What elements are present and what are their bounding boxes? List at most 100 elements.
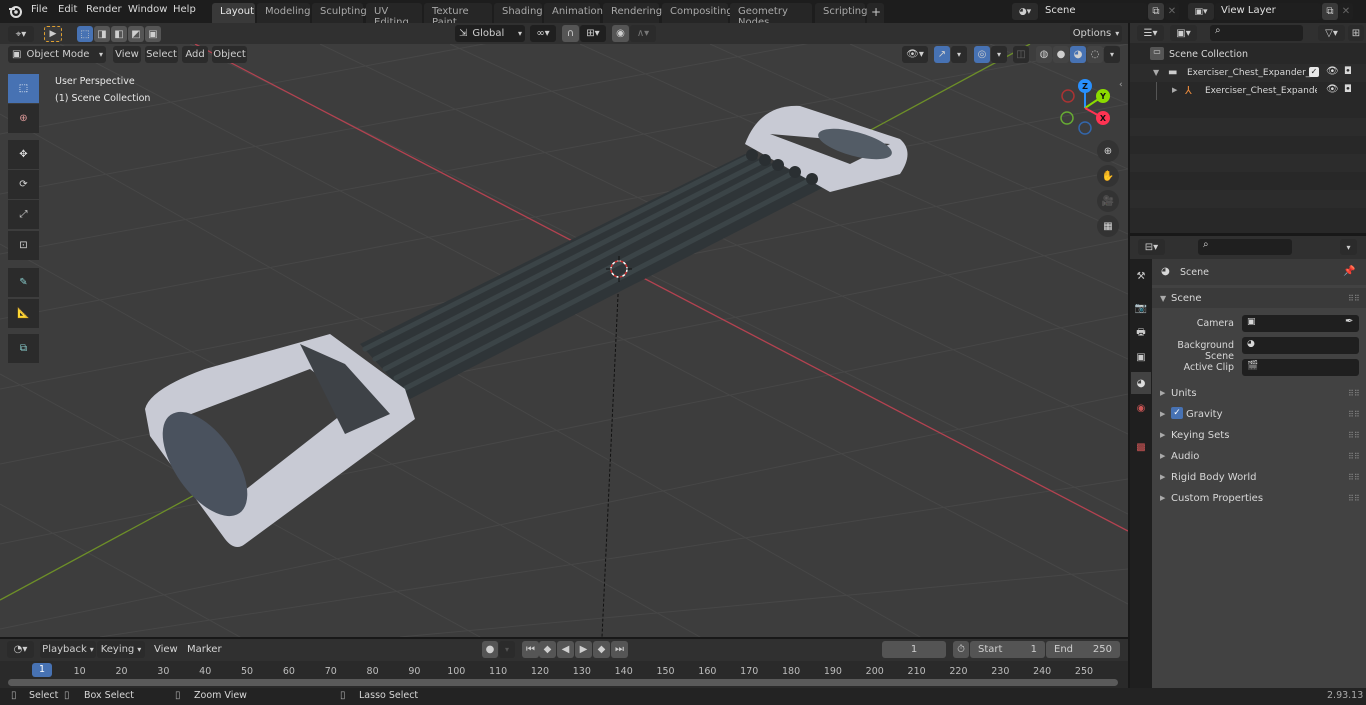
- 3d-viewport[interactable]: User Perspective (1) Scene Collection ⬚ …: [0, 44, 1128, 637]
- drag-handle-icon[interactable]: ⠿⠿: [1348, 473, 1360, 482]
- mode-extend-selection-button[interactable]: ◨: [94, 26, 110, 42]
- new-collection-button[interactable]: ⊞: [1348, 25, 1364, 41]
- properties-search-input[interactable]: ⌕: [1198, 239, 1292, 255]
- playback-dropdown[interactable]: Playback ▾: [40, 641, 96, 658]
- proportional-editing-toggle[interactable]: ◉: [612, 25, 629, 42]
- drag-handle-icon[interactable]: ⠿⠿: [1348, 494, 1360, 503]
- menu-window[interactable]: Window: [128, 4, 167, 15]
- gravity-checkbox[interactable]: ✓: [1171, 407, 1183, 419]
- menu-edit[interactable]: Edit: [58, 4, 77, 15]
- keying-dropdown[interactable]: Keying ▾: [97, 641, 145, 658]
- auto-keying-dropdown[interactable]: ▾: [499, 641, 515, 658]
- play-button[interactable]: ▶: [575, 641, 592, 658]
- next-keyframe-button[interactable]: ◆: [593, 641, 610, 658]
- transform-orientation-dropdown[interactable]: ⇲ Global ▾: [455, 25, 525, 42]
- tool-cursor[interactable]: ⊕: [8, 104, 39, 133]
- subpanel-gravity[interactable]: Gravity: [1186, 409, 1223, 420]
- camera-field[interactable]: ▣ ✒: [1242, 315, 1359, 332]
- properties-editor-type-button[interactable]: ⊟▾: [1138, 239, 1165, 255]
- outliner-search-input[interactable]: ⌕: [1210, 25, 1303, 41]
- display-mode-dropdown[interactable]: ▣▾: [1170, 25, 1197, 41]
- pan-view-button[interactable]: ✋: [1097, 165, 1119, 187]
- tab-rendering[interactable]: Rendering: [603, 3, 662, 23]
- camera-render-icon[interactable]: ◘: [1344, 84, 1352, 95]
- tool-measure[interactable]: 📐: [8, 299, 39, 328]
- disclosure-expanded-icon[interactable]: ▼: [1153, 68, 1159, 77]
- tab-animation[interactable]: Animation: [544, 3, 603, 23]
- auto-keying-toggle[interactable]: ●: [482, 641, 498, 658]
- tool-move[interactable]: ✥: [8, 140, 39, 169]
- drag-handle-icon[interactable]: ⠿⠿: [1348, 431, 1360, 440]
- pin-icon[interactable]: 📌: [1343, 266, 1355, 277]
- snap-toggle[interactable]: ∩: [562, 25, 579, 42]
- tool-select-box[interactable]: ⬚: [8, 74, 39, 103]
- tab-sculpting[interactable]: Sculpting: [312, 3, 367, 23]
- playhead-frame-indicator[interactable]: 1: [32, 663, 52, 677]
- remove-view-layer-icon[interactable]: ✕: [1339, 3, 1353, 20]
- disclosure-collapsed-icon[interactable]: ▶: [1160, 431, 1165, 439]
- object-mode-dropdown[interactable]: ▣ Object Mode ▾: [8, 46, 106, 63]
- outliner-row-scene-collection[interactable]: ▭ Scene Collection: [1130, 45, 1366, 63]
- play-reverse-button[interactable]: ◀: [557, 641, 574, 658]
- shading-solid-button[interactable]: ●: [1053, 46, 1069, 63]
- pivot-point-dropdown[interactable]: ∞▾: [530, 25, 556, 42]
- tab-shading[interactable]: Shading: [494, 3, 543, 23]
- active-tool-button[interactable]: ▶: [44, 26, 62, 42]
- start-frame-field[interactable]: Start 1: [970, 641, 1045, 658]
- view-layer-name-field[interactable]: View Layer: [1215, 3, 1321, 20]
- subpanel-keying-sets[interactable]: Keying Sets: [1171, 430, 1229, 441]
- zoom-view-button[interactable]: ⊕: [1097, 140, 1119, 162]
- subpanel-units[interactable]: Units: [1171, 388, 1197, 399]
- tab-scene[interactable]: ◕: [1131, 372, 1151, 394]
- tab-texture[interactable]: ▩: [1131, 436, 1151, 458]
- drag-handle-icon[interactable]: ⠿⠿: [1348, 410, 1360, 419]
- current-frame-field[interactable]: 1: [882, 641, 946, 658]
- subpanel-audio[interactable]: Audio: [1171, 451, 1199, 462]
- subpanel-custom-properties[interactable]: Custom Properties: [1171, 493, 1263, 504]
- snap-target-dropdown[interactable]: ⊞▾: [580, 25, 606, 42]
- shading-rendered-button[interactable]: ◌: [1087, 46, 1103, 63]
- shading-dropdown[interactable]: ▾: [1104, 46, 1120, 63]
- gizmo-dropdown[interactable]: ▾: [951, 46, 967, 63]
- outliner-row-object[interactable]: ▶ ⅄ Exerciser_Chest_Expande 👁 ◘: [1130, 82, 1366, 100]
- exclude-checkbox[interactable]: ✓: [1309, 67, 1319, 77]
- timeline-menu-marker[interactable]: Marker: [187, 644, 222, 655]
- sidebar-toggle-icon[interactable]: ‹: [1119, 80, 1123, 90]
- tab-geometry-nodes[interactable]: Geometry Nodes: [730, 3, 812, 28]
- disclosure-expanded-icon[interactable]: ▼: [1160, 294, 1166, 303]
- overlays-toggle[interactable]: ◎: [974, 46, 990, 63]
- disclosure-collapsed-icon[interactable]: ▶: [1160, 410, 1165, 418]
- camera-render-icon[interactable]: ◘: [1344, 66, 1352, 77]
- perspective-toggle-button[interactable]: ▦: [1097, 215, 1119, 237]
- camera-view-button[interactable]: 🎥: [1097, 190, 1119, 212]
- object-visibility-dropdown[interactable]: 👁▾: [902, 46, 928, 63]
- gizmo-toggle[interactable]: ↗: [934, 46, 950, 63]
- menu-file[interactable]: File: [31, 4, 48, 15]
- filter-dropdown[interactable]: ▽▾: [1318, 25, 1345, 41]
- end-frame-field[interactable]: End 250: [1046, 641, 1120, 658]
- subpanel-rigid-body-world[interactable]: Rigid Body World: [1171, 472, 1256, 483]
- shading-wireframe-button[interactable]: ◍: [1036, 46, 1052, 63]
- navigation-gizmo[interactable]: Z Y X: [1055, 76, 1117, 136]
- properties-options-dropdown[interactable]: ▾: [1340, 239, 1357, 255]
- mode-invert-selection-button[interactable]: ◩: [128, 26, 144, 42]
- shading-material-button[interactable]: ◕: [1070, 46, 1086, 63]
- tab-output[interactable]: 🖶: [1131, 322, 1151, 344]
- jump-end-button[interactable]: ⏭: [611, 641, 628, 658]
- options-dropdown[interactable]: Options ▾: [1070, 25, 1122, 42]
- tool-add-cube[interactable]: ⧉: [8, 334, 39, 363]
- disclosure-collapsed-icon[interactable]: ▶: [1172, 86, 1177, 94]
- tab-texture-paint[interactable]: Texture Paint: [424, 3, 492, 28]
- tool-scale[interactable]: ⤢: [8, 200, 39, 229]
- use-preview-range-toggle[interactable]: ⏱: [953, 641, 969, 658]
- tab-uv-editing[interactable]: UV Editing: [366, 3, 422, 28]
- drag-handle-icon[interactable]: ⠿⠿: [1348, 389, 1360, 398]
- tab-compositing[interactable]: Compositing: [662, 3, 733, 23]
- jump-start-button[interactable]: ⏮: [522, 641, 539, 658]
- eyedropper-icon[interactable]: ✒: [1345, 316, 1353, 327]
- view-layer-selector-button[interactable]: ▣▾: [1188, 3, 1214, 20]
- add-workspace-button[interactable]: +: [867, 3, 884, 23]
- menu-add[interactable]: Add: [182, 46, 208, 63]
- menu-render[interactable]: Render: [86, 4, 122, 15]
- duplicate-view-layer-icon[interactable]: ⧉: [1322, 3, 1338, 20]
